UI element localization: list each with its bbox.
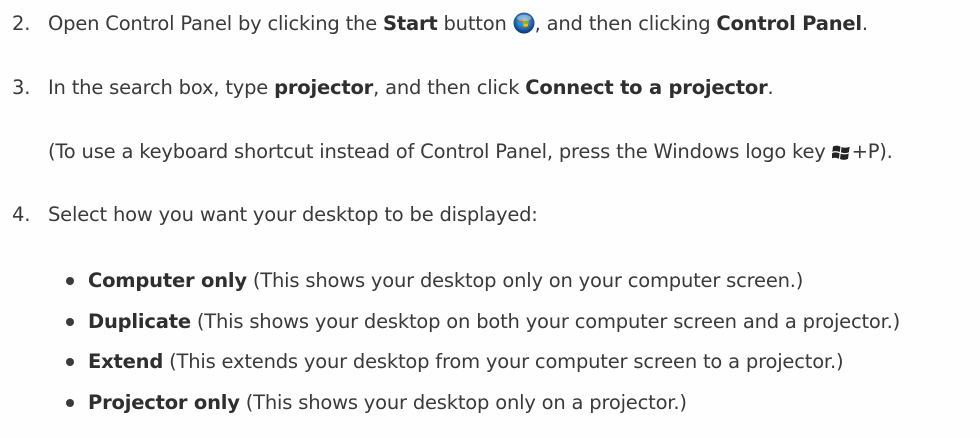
option-name: Projector only: [88, 391, 240, 414]
option-computer-only: Computer only (This shows your desktop o…: [88, 269, 803, 293]
option-desc: (This shows your desktop only on your co…: [246, 269, 804, 292]
option-duplicate: Duplicate (This shows your desktop on bo…: [88, 310, 900, 334]
option-extend: Extend (This extends your desktop from y…: [88, 350, 844, 374]
instructions-document: 2. Open Control Panel by clicking the Sta…: [0, 0, 980, 438]
windows-logo-key-icon: [831, 144, 852, 168]
option-desc: (This shows your desktop only on a proje…: [239, 391, 687, 414]
option-name: Computer only: [88, 269, 247, 292]
option-projector-only: Projector only (This shows your desktop …: [88, 391, 687, 415]
step-text: , and then clicking: [534, 12, 717, 35]
bullet: [66, 358, 74, 366]
option-desc: (This shows your desktop on both your co…: [190, 310, 901, 333]
windows-start-orb-icon: [513, 12, 535, 40]
step-4: 4. Select how you want your desktop to be…: [12, 203, 538, 227]
connect-to-projector-label: Connect to a projector: [525, 76, 768, 99]
step-text: button: [437, 12, 513, 35]
step-2: 2. Open Control Panel by clicking the Sta…: [12, 12, 868, 40]
step-text: In the search box, type: [48, 76, 275, 99]
period: .: [767, 76, 774, 99]
step-number: 3.: [12, 76, 31, 99]
step-number: 2.: [12, 12, 31, 35]
step-number: 4.: [12, 203, 31, 226]
option-name: Extend: [88, 350, 164, 373]
bullet: [66, 277, 74, 285]
start-label: Start: [383, 12, 438, 35]
step-text: Open Control Panel by clicking the: [48, 12, 384, 35]
note-text: +P).: [851, 140, 893, 163]
option-desc: (This extends your desktop from your com…: [163, 350, 844, 373]
keyboard-shortcut-note: (To use a keyboard shortcut instead of C…: [48, 140, 893, 168]
step-3: 3. In the search box, type projector, and…: [12, 76, 774, 100]
projector-term: projector: [274, 76, 374, 99]
bullet: [66, 318, 74, 326]
control-panel-label: Control Panel: [716, 12, 862, 35]
step-text: Select how you want your desktop to be d…: [48, 203, 538, 226]
step-text: , and then click: [373, 76, 526, 99]
note-text: (To use a keyboard shortcut instead of C…: [48, 140, 832, 163]
option-name: Duplicate: [88, 310, 191, 333]
bullet: [66, 399, 74, 407]
period: .: [861, 12, 868, 35]
